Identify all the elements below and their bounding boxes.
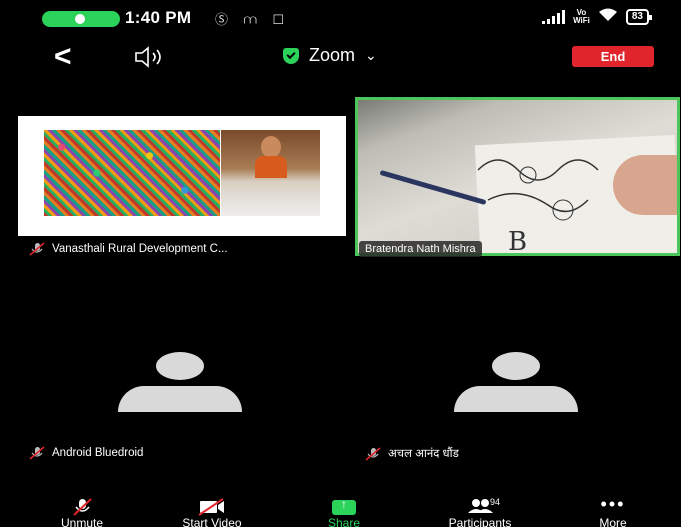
microphone-icon[interactable]: [42, 11, 120, 27]
share-button[interactable]: Share: [289, 497, 399, 527]
share-icon: [332, 497, 356, 515]
muted-mic-icon: [29, 242, 45, 256]
video-off-icon: [198, 498, 224, 516]
speaker-icon[interactable]: [133, 46, 173, 68]
chevron-down-icon: ⌄: [365, 47, 377, 63]
shared-video-teacher: [221, 130, 320, 216]
muted-mic-icon: [29, 446, 45, 460]
unmute-button[interactable]: Unmute: [27, 498, 137, 527]
battery-indicator: 83: [625, 8, 653, 25]
participant-label: अचल आनंद धौंड: [364, 446, 459, 461]
svg-text:B: B: [508, 227, 527, 256]
muted-mic-icon: [73, 498, 92, 516]
avatar: [444, 352, 584, 414]
status-time: 1:40 PM: [125, 8, 192, 27]
meeting-toolbar: Unmute Start Video Share 94 Participants…: [0, 494, 681, 527]
shield-icon: [283, 47, 299, 64]
end-button[interactable]: End: [572, 46, 654, 67]
shared-video-crowd: [44, 130, 220, 216]
start-video-button[interactable]: Start Video: [157, 498, 267, 527]
notification-icons: Ⓢ ⩋ ☐: [215, 12, 291, 27]
meeting-title: Zoom: [309, 45, 356, 65]
more-icon: •••: [600, 494, 626, 514]
video-tile-bratendra[interactable]: B: [355, 97, 680, 256]
video-tile-vanasthali[interactable]: [18, 116, 346, 236]
participants-count: 94: [490, 497, 501, 507]
status-bar: 1:40 PM Ⓢ ⩋ ☐ Vo WiFi 83: [0, 0, 681, 38]
wifi-icon: [598, 8, 618, 25]
vowifi-icon: Vo WiFi: [573, 7, 590, 25]
more-button[interactable]: ••• More: [558, 494, 668, 527]
participants-button[interactable]: 94 Participants: [425, 497, 535, 527]
back-chevron-icon[interactable]: <: [54, 42, 72, 72]
status-indicators: Vo WiFi 83: [542, 7, 653, 25]
muted-mic-icon: [365, 446, 381, 461]
video-hand: [613, 155, 677, 215]
participant-label: Bratendra Nath Mishra: [359, 241, 482, 257]
meeting-title-dropdown[interactable]: Zoom ⌄: [283, 45, 377, 66]
participant-label: Vanasthali Rural Development C...: [28, 242, 228, 256]
avatar: [108, 352, 248, 414]
signal-icon: [542, 9, 566, 24]
participant-label: Android Bluedroid: [28, 446, 143, 460]
